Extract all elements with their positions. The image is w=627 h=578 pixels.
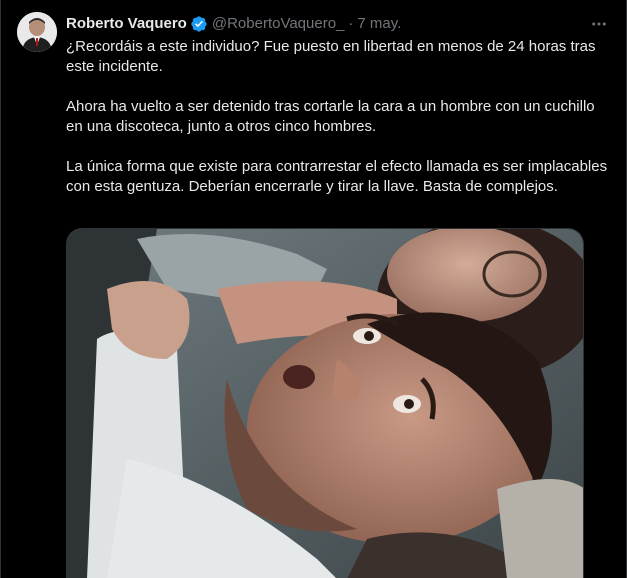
tweet-paragraph-1: ¿Recordáis a este individuo? Fue puesto … bbox=[66, 38, 596, 75]
tweet[interactable]: Roberto Vaquero @RobertoVaquero_ · 7 may… bbox=[1, 0, 626, 578]
tweet-photo[interactable] bbox=[66, 228, 584, 578]
tweet-header: Roberto Vaquero @RobertoVaquero_ · 7 may… bbox=[66, 13, 610, 35]
author-name[interactable]: Roberto Vaquero bbox=[66, 14, 187, 34]
avatar[interactable] bbox=[17, 12, 57, 52]
tweet-text: ¿Recordáis a este individuo? Fue puesto … bbox=[66, 37, 614, 217]
photo-image bbox=[67, 229, 583, 578]
tweet-frame: Roberto Vaquero @RobertoVaquero_ · 7 may… bbox=[0, 0, 627, 578]
more-options-icon[interactable] bbox=[588, 13, 610, 35]
tweet-paragraph-3: La única forma que existe para contrarre… bbox=[66, 158, 608, 195]
tweet-paragraph-2: Ahora ha vuelto a ser detenido tras cort… bbox=[66, 98, 595, 135]
author-handle[interactable]: @RobertoVaquero_ bbox=[212, 14, 345, 34]
avatar-image bbox=[17, 12, 57, 52]
header-separator: · bbox=[348, 15, 354, 32]
verified-badge-icon bbox=[190, 15, 208, 33]
tweet-date[interactable]: 7 may. bbox=[357, 14, 401, 34]
